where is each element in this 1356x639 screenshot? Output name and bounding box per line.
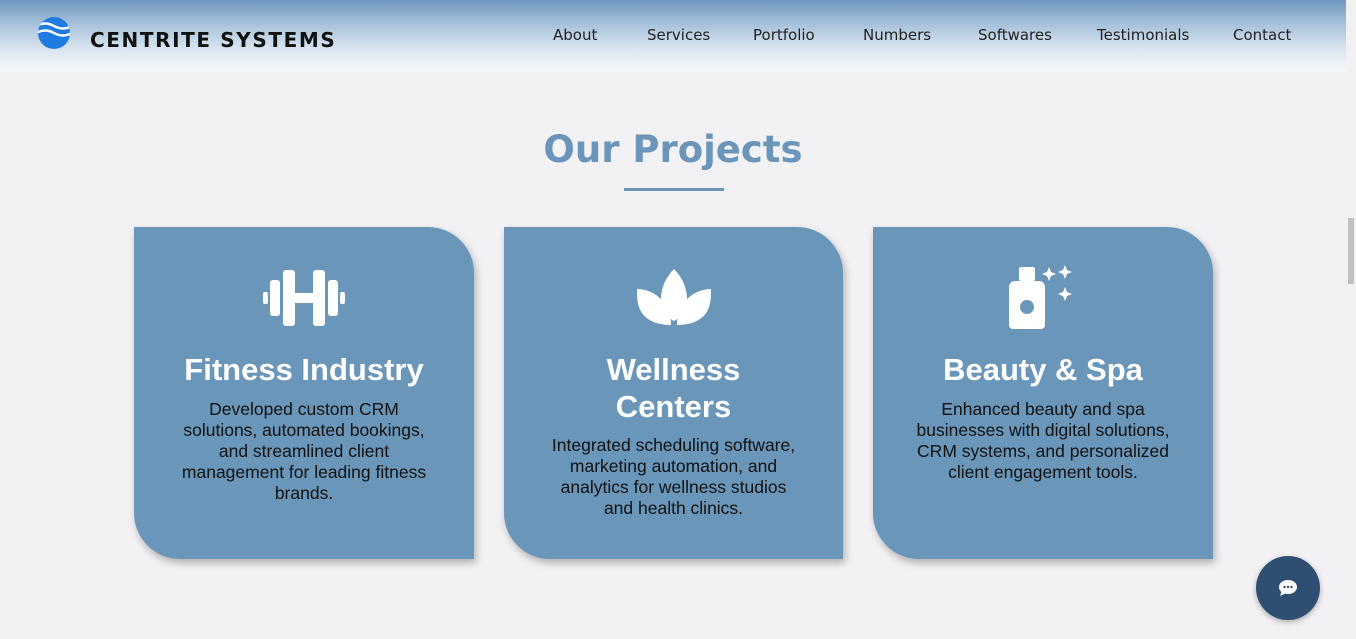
card-description: Developed custom CRM solutions, automate… — [181, 399, 427, 503]
sparkling-bottle-icon — [1009, 265, 1072, 329]
project-card-beauty-spa[interactable]: Beauty & Spa Enhanced beauty and spa bus… — [873, 227, 1213, 559]
card-description: Enhanced beauty and spa businesses with … — [916, 399, 1170, 482]
page-scrollbar[interactable] — [1346, 0, 1356, 639]
lotus-icon — [636, 269, 711, 325]
nav-services[interactable]: Services — [647, 26, 710, 44]
nav-about[interactable]: About — [553, 26, 597, 44]
card-icon-wrap — [873, 265, 1213, 331]
card-title: Wellness Centers — [504, 351, 843, 425]
nav-portfolio[interactable]: Portfolio — [753, 26, 815, 44]
main-nav: About Services Portfolio Numbers Softwar… — [0, 26, 1346, 46]
nav-contact[interactable]: Contact — [1233, 26, 1291, 44]
card-icon-wrap — [504, 265, 843, 331]
page: CENTRITE SYSTEMS About Services Portfoli… — [0, 0, 1356, 639]
card-title: Fitness Industry — [184, 352, 424, 387]
card-description: Integrated scheduling software, marketin… — [551, 435, 796, 518]
project-card-fitness[interactable]: Fitness Industry Developed custom CRM so… — [134, 227, 474, 559]
card-title-line: Centers — [615, 389, 732, 424]
nav-numbers[interactable]: Numbers — [863, 26, 931, 44]
section-title: Our Projects — [543, 128, 803, 171]
title-underline — [624, 188, 724, 191]
dumbbell-icon — [263, 270, 345, 326]
chat-bubble-icon — [1279, 580, 1297, 596]
site-header: CENTRITE SYSTEMS About Services Portfoli… — [0, 0, 1346, 72]
card-title: Beauty & Spa — [943, 352, 1143, 387]
card-title-line: Wellness — [606, 352, 741, 387]
project-card-wellness[interactable]: Wellness Centers Integrated scheduling s… — [504, 227, 843, 559]
nav-testimonials[interactable]: Testimonials — [1097, 26, 1189, 44]
nav-softwares[interactable]: Softwares — [978, 26, 1052, 44]
card-icon-wrap — [134, 265, 474, 331]
scrollbar-thumb[interactable] — [1348, 218, 1354, 284]
chat-button[interactable] — [1256, 556, 1320, 620]
